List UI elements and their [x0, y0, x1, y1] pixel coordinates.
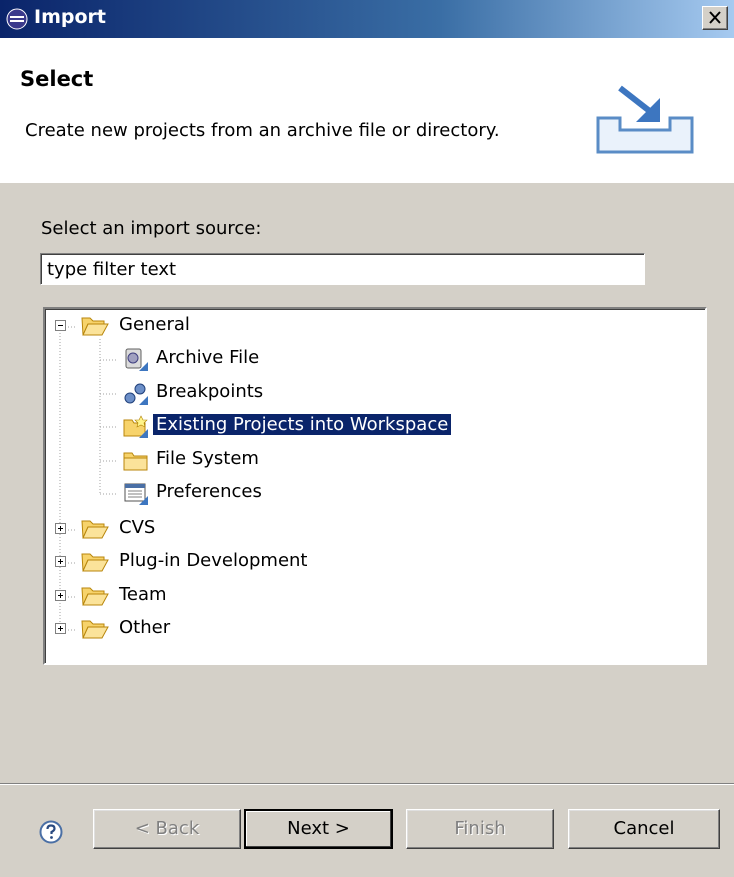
tree-item-label: General: [119, 314, 190, 335]
import-wizard-icon: [590, 78, 700, 163]
tree-item-label: Existing Projects into Workspace: [153, 414, 452, 435]
folder-open-icon: [80, 584, 110, 613]
plus-icon: [58, 526, 63, 531]
folder-open-icon: [80, 517, 110, 546]
page-description: Create new projects from an archive file…: [25, 120, 500, 141]
tree-item-label: File System: [156, 448, 259, 469]
minus-icon: [58, 325, 63, 326]
tree-item-label: CVS: [119, 517, 156, 538]
folder-open-icon: [80, 550, 110, 579]
expand-toggle[interactable]: [55, 523, 66, 534]
tree-item-label: Archive File: [156, 347, 260, 368]
plus-icon: [58, 593, 63, 598]
breakpoints-icon: [121, 381, 151, 412]
folder-icon: [121, 448, 151, 479]
tree-item-label: Breakpoints: [156, 381, 264, 402]
plus-icon: [58, 626, 63, 631]
folder-open-icon: [80, 617, 110, 646]
tree-item-label: Team: [119, 584, 167, 605]
title-bar: Import: [0, 0, 734, 38]
plus-icon: [58, 559, 63, 564]
expand-toggle[interactable]: [55, 556, 66, 567]
close-button[interactable]: [702, 6, 728, 30]
expand-toggle[interactable]: [55, 623, 66, 634]
project-icon: [121, 414, 151, 445]
eclipse-icon: [6, 8, 28, 30]
help-icon[interactable]: [39, 820, 63, 849]
cancel-button[interactable]: Cancel: [568, 809, 720, 849]
archive-icon: [121, 347, 151, 378]
next-button[interactable]: Next >: [244, 809, 393, 849]
header-separator: [0, 182, 734, 183]
finish-button[interactable]: Finish: [406, 809, 554, 849]
tree-item-label: Preferences: [156, 481, 262, 502]
page-title: Select: [20, 67, 94, 91]
tree-item-label: Other: [119, 617, 171, 638]
footer-separator-highlight: [0, 784, 734, 785]
expand-toggle[interactable]: [55, 590, 66, 601]
close-icon: [709, 11, 721, 24]
import-source-label: Select an import source:: [41, 218, 262, 239]
wizard-header: Select Create new projects from an archi…: [0, 38, 734, 183]
folder-open-icon: [80, 314, 110, 343]
import-source-tree[interactable]: General Archive File Breakpoints Existin…: [43, 307, 707, 665]
tree-item-label: Plug-in Development: [119, 550, 308, 571]
preferences-icon: [121, 481, 151, 512]
back-button[interactable]: < Back: [93, 809, 241, 849]
window-title: Import: [34, 6, 106, 28]
collapse-toggle[interactable]: [55, 320, 66, 331]
filter-input[interactable]: [40, 253, 645, 285]
